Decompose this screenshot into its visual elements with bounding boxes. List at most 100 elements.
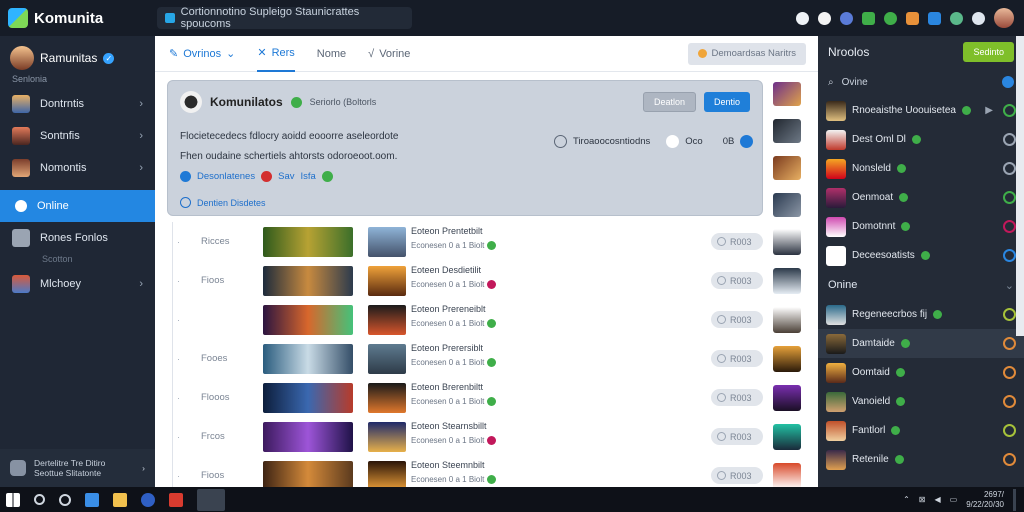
status-pill[interactable]: R003 <box>711 233 763 250</box>
avatar[interactable] <box>773 384 801 411</box>
sidebar-item-2[interactable]: Nomontis › <box>0 152 155 184</box>
link-3[interactable]: Isfa <box>300 171 315 182</box>
friend-item[interactable]: Retenile <box>818 445 1024 474</box>
table-row[interactable]: · Ricces Eoteon Prentetbilt Econesen 0 a 1 … <box>155 222 818 261</box>
friend-item[interactable]: Vanoield <box>818 387 1024 416</box>
app-logo[interactable]: Komunita <box>0 8 155 28</box>
friend-item[interactable]: Damtaide <box>818 329 1024 358</box>
friends-icon[interactable] <box>950 11 963 25</box>
game-thumbnail[interactable] <box>773 156 801 180</box>
link-1[interactable]: Desonlatenes <box>197 171 255 182</box>
browser-icon[interactable] <box>85 492 99 507</box>
status-pill[interactable]: R003 <box>711 350 763 367</box>
globe-icon[interactable] <box>840 11 853 25</box>
game-thumbnail[interactable] <box>368 460 406 487</box>
game-icon[interactable] <box>884 11 897 25</box>
friend-item[interactable]: Nonsleld <box>818 154 1024 183</box>
scrollbar[interactable] <box>1016 36 1024 336</box>
game-banner[interactable] <box>263 265 353 296</box>
avatar[interactable] <box>180 91 202 113</box>
avatar[interactable] <box>773 228 801 255</box>
friend-item[interactable]: Deceesoatists <box>818 241 1024 270</box>
sidebar-item-3[interactable]: Online <box>0 190 155 222</box>
friend-item[interactable]: Oomtaid <box>818 358 1024 387</box>
sidebar-subitem[interactable]: Scotton <box>0 254 155 268</box>
network-icon[interactable]: ⊠ <box>919 495 926 504</box>
sidebar-item-4[interactable]: Rones Fonlos <box>0 222 155 254</box>
status-pill[interactable]: R003 <box>711 467 763 484</box>
game-thumbnail[interactable] <box>368 304 406 335</box>
image-icon[interactable] <box>818 11 831 25</box>
game-thumbnail[interactable] <box>773 193 801 217</box>
friend-item[interactable]: Fantlorl <box>818 416 1024 445</box>
game-banner[interactable] <box>263 226 353 257</box>
table-row[interactable]: · Frcos Eoteon Stearnsbillt Econesen 0 a 1 … <box>155 417 818 456</box>
tab-action-button[interactable]: Demoardsas Naritrs <box>687 42 806 65</box>
friend-item[interactable]: Rnoeaisthe Uoouisetea ▶ <box>818 96 1024 125</box>
profile[interactable]: Ramunitas ✓ <box>0 36 155 74</box>
status-icon[interactable] <box>1003 395 1016 408</box>
tab-nome[interactable]: Nome <box>317 36 346 72</box>
status-pill[interactable]: R003 <box>711 272 763 289</box>
table-row[interactable]: · Fioos Eoteen Desdietilit Econesen 0 a 1 B… <box>155 261 818 300</box>
tab-vorine[interactable]: √ Vorine <box>368 36 410 72</box>
link-2[interactable]: Sav <box>278 171 294 182</box>
game-banner[interactable] <box>263 421 353 452</box>
status-icon[interactable] <box>1003 162 1016 175</box>
online-section-header[interactable]: Onine ⌄ <box>818 270 1024 300</box>
status-icon[interactable] <box>1003 424 1016 437</box>
status-icon[interactable] <box>1003 191 1016 204</box>
sidebar-item-0[interactable]: Dontrntis › <box>0 88 155 120</box>
table-row[interactable]: · Flooos Eoteon Brerenbiltt Econesen 0 a 1 … <box>155 378 818 417</box>
status-icon[interactable] <box>1003 104 1016 117</box>
komunita-taskbar-icon[interactable] <box>197 488 225 511</box>
download-icon[interactable] <box>928 11 941 25</box>
game-thumbnail[interactable] <box>368 343 406 374</box>
table-row[interactable]: · Fooes Eoteon Prerersiblt Econesen 0 a 1 B… <box>155 339 818 378</box>
status-icon[interactable] <box>1003 220 1016 233</box>
game-banner[interactable] <box>263 304 353 335</box>
user-avatar[interactable] <box>994 8 1014 28</box>
windows-start-icon[interactable] <box>6 492 20 507</box>
table-row[interactable]: · Eoteon Prereneiblt Econesen 0 a 1 Biolt R… <box>155 300 818 339</box>
tab-rers[interactable]: ✕ Rers <box>257 36 295 72</box>
clock[interactable]: 2697/ 9/22/20/30 <box>966 490 1004 510</box>
chat-icon[interactable] <box>862 11 875 25</box>
avatar[interactable] <box>773 462 801 487</box>
friend-item[interactable]: Oenmoat <box>818 183 1024 212</box>
table-row[interactable]: · Fioos Eoteon Steemnbilt Econesen 0 a 1 Bi… <box>155 456 818 487</box>
game-thumbnail[interactable] <box>368 382 406 413</box>
status-icon[interactable] <box>1003 366 1016 379</box>
game-title[interactable]: Eoteon Prereneiblt <box>411 304 486 314</box>
game-title[interactable]: Eoteon Stearnsbillt <box>411 421 487 431</box>
status-pill[interactable]: R003 <box>711 311 763 328</box>
add-friend-button[interactable]: Sedinto <box>963 42 1014 62</box>
sidebar-footer[interactable]: Dertelitre Tre Ditiro Seottue Slitatonte… <box>0 449 155 487</box>
clock-icon[interactable] <box>972 11 985 25</box>
office-icon[interactable] <box>169 492 183 507</box>
game-thumbnail[interactable] <box>368 421 406 452</box>
status-icon[interactable] <box>1003 337 1016 350</box>
info-icon[interactable] <box>740 135 754 148</box>
status-pill[interactable]: R003 <box>711 428 763 445</box>
wrench-icon[interactable] <box>796 11 809 25</box>
secondary-button[interactable]: Deatlon <box>642 92 696 112</box>
game-title[interactable]: Eoteon Steemnbilt <box>411 460 485 470</box>
search-icon[interactable] <box>34 494 45 505</box>
friend-item[interactable]: Dest Oml Dl <box>818 125 1024 154</box>
avatar[interactable] <box>773 306 801 333</box>
game-title[interactable]: Eoteen Desdietilit <box>411 265 481 275</box>
tab-ovrinos[interactable]: ✎ Ovrinos ⌄ <box>169 36 235 72</box>
status-pill[interactable]: R003 <box>711 389 763 406</box>
game-title[interactable]: Eoteon Prentetbilt <box>411 226 483 236</box>
battery-icon[interactable]: ▭ <box>950 495 958 504</box>
game-banner[interactable] <box>263 460 353 487</box>
sidebar-item-1[interactable]: Sontnfis › <box>0 120 155 152</box>
sidebar-item-5[interactable]: Mlchoey › <box>0 268 155 300</box>
friend-item[interactable]: Regeneecrbos fij <box>818 300 1024 329</box>
play-icon[interactable]: ▶ <box>985 105 993 116</box>
game-thumbnail[interactable] <box>368 265 406 296</box>
app-icon[interactable] <box>141 492 155 507</box>
game-thumbnail[interactable] <box>773 119 801 143</box>
friends-search[interactable]: ⌕ Ovine <box>818 68 1024 96</box>
